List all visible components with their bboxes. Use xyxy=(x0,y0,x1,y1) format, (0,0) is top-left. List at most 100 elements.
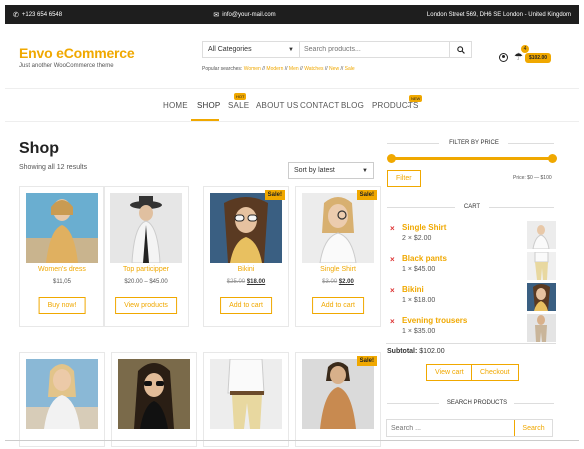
popular-link[interactable]: Men xyxy=(289,66,299,72)
product-image[interactable] xyxy=(26,359,98,429)
category-select[interactable]: All Categories ▼ xyxy=(203,42,300,57)
cart-item-thumbnail[interactable] xyxy=(527,283,556,311)
site-header: Envo eCommerce Just another WooCommerce … xyxy=(5,24,579,88)
product-card[interactable]: Sale! Bikini $25.00 $18.00 Add to cart xyxy=(203,186,289,327)
product-search-form: Search xyxy=(386,419,553,437)
header-cart[interactable]: ☂ 4 $102.00 xyxy=(514,45,552,63)
divider xyxy=(387,403,439,404)
top-bar-phone[interactable]: ✆ +123 654 6548 xyxy=(13,11,62,19)
cart-item-name[interactable]: Bikini xyxy=(402,285,424,294)
popular-link[interactable]: Sale xyxy=(345,66,355,72)
cart-icon: ☂ xyxy=(514,52,523,63)
cart-item-qty: 2 × $2.00 xyxy=(402,235,432,242)
top-bar: ✆ +123 654 6548 ✉ info@your-mail.com Lon… xyxy=(5,5,579,24)
product-card[interactable]: Women's dress $11,05 Buy now! xyxy=(19,186,105,327)
product-name[interactable]: Bikini xyxy=(204,266,288,273)
sale-price: $18.00 xyxy=(246,279,266,285)
nav-item-products[interactable]: PRODUCTS xyxy=(372,101,419,110)
search-icon xyxy=(456,45,465,54)
phone-icon: ✆ xyxy=(13,11,19,19)
product-name[interactable]: Women's dress xyxy=(20,266,104,273)
product-image[interactable] xyxy=(210,193,282,263)
page-title: Shop xyxy=(19,140,59,157)
cart-item-qty: 1 × $45.00 xyxy=(402,266,436,273)
product-card[interactable] xyxy=(203,352,289,447)
divider xyxy=(514,403,554,404)
product-image[interactable] xyxy=(302,193,374,263)
price-slider-min-handle[interactable] xyxy=(387,154,396,163)
product-image[interactable] xyxy=(26,193,98,263)
product-search-input[interactable] xyxy=(387,420,514,436)
nav-item-home[interactable]: HOME xyxy=(163,101,188,110)
price-slider-track[interactable] xyxy=(391,157,551,160)
popular-link[interactable]: New xyxy=(329,66,339,72)
divider xyxy=(489,207,554,208)
nav-item-blog[interactable]: BLOG xyxy=(341,101,364,110)
cart-total: $102.00 xyxy=(524,52,552,63)
remove-item-icon[interactable]: × xyxy=(390,286,395,295)
nav-item-shop[interactable]: SHOP xyxy=(197,101,220,110)
cart-item-thumbnail[interactable] xyxy=(527,314,556,342)
view-cart-button[interactable]: View cart xyxy=(426,364,473,381)
product-card[interactable]: Sale! Single Shirt $3.00 $2.00 Add to ca… xyxy=(295,186,381,327)
brand[interactable]: Envo eCommerce Just another WooCommerce … xyxy=(19,45,135,69)
product-image[interactable] xyxy=(210,359,282,429)
filter-price-title: FILTER BY PRICE xyxy=(449,140,499,146)
buy-now-button[interactable]: Buy now! xyxy=(38,297,86,314)
cart-item-name[interactable]: Black pants xyxy=(402,254,447,263)
product-card[interactable] xyxy=(111,352,197,447)
product-name[interactable]: Top participper xyxy=(104,266,188,273)
sort-select[interactable]: Sort by latest ▼ xyxy=(288,162,374,179)
popular-searches-label: Popular searches: xyxy=(202,66,243,72)
search-button[interactable] xyxy=(449,42,471,57)
cart-count-badge: 4 xyxy=(521,45,529,53)
account-icon[interactable] xyxy=(499,53,508,62)
product-search-button[interactable]: Search xyxy=(514,420,552,436)
add-to-cart-button[interactable]: Add to cart xyxy=(220,297,272,314)
cart-item-thumbnail[interactable] xyxy=(527,252,556,280)
popular-link[interactable]: Women xyxy=(244,66,261,72)
product-card[interactable] xyxy=(19,352,105,447)
checkout-button[interactable]: Checkout xyxy=(471,364,519,381)
window-bottom-edge xyxy=(5,440,579,441)
product-image[interactable] xyxy=(110,193,182,263)
subtotal-label: Subtotal: xyxy=(387,348,418,355)
old-price: $25.00 xyxy=(226,279,246,285)
top-bar-email[interactable]: ✉ info@your-mail.com xyxy=(213,11,275,19)
product-card[interactable]: Sale! xyxy=(295,352,381,447)
divider xyxy=(387,207,455,208)
add-to-cart-button[interactable]: Add to cart xyxy=(312,297,364,314)
remove-item-icon[interactable]: × xyxy=(390,224,395,233)
nav-item-contact[interactable]: CONTACT xyxy=(300,101,339,110)
popular-searches: Popular searches: Women // Modern // Men… xyxy=(202,66,355,72)
divider xyxy=(387,143,439,144)
header-search: All Categories ▼ xyxy=(202,41,472,58)
search-input[interactable] xyxy=(300,42,449,57)
view-products-button[interactable]: View products xyxy=(115,297,177,314)
remove-item-icon[interactable]: × xyxy=(390,317,395,326)
product-image[interactable] xyxy=(118,359,190,429)
cart-widget-title: CART xyxy=(463,204,481,210)
cart-subtotal: Subtotal: $102.00 xyxy=(387,348,445,355)
product-name[interactable]: Single Shirt xyxy=(296,266,380,273)
cart-item: × Single Shirt 2 × $2.00 xyxy=(386,221,556,249)
main-nav: HOME SHOP SALE HOT ABOUT US CONTACT BLOG… xyxy=(5,88,579,122)
cart-item-name[interactable]: Single Shirt xyxy=(402,223,446,232)
phone-text: +123 654 6548 xyxy=(21,11,63,18)
cart-item-name[interactable]: Evening trousers xyxy=(402,316,467,325)
filter-button[interactable]: Filter xyxy=(387,170,421,187)
cart-item-thumbnail[interactable] xyxy=(527,221,556,249)
price-range-text: Price: $0 — $100 xyxy=(513,175,552,181)
product-price: $3.00 $2.00 xyxy=(296,279,380,285)
product-image[interactable] xyxy=(302,359,374,429)
nav-item-sale[interactable]: SALE xyxy=(228,101,249,110)
popular-link[interactable]: Watches xyxy=(304,66,323,72)
price-slider-max-handle[interactable] xyxy=(548,154,557,163)
product-card[interactable]: Top participper $20.00 – $45.00 View pro… xyxy=(103,186,189,327)
subtotal-value: $102.00 xyxy=(419,348,445,355)
cart-item: × Evening trousers 1 × $35.00 xyxy=(386,314,556,342)
site-title[interactable]: Envo eCommerce xyxy=(19,45,135,61)
nav-item-about-us[interactable]: ABOUT US xyxy=(256,101,298,110)
popular-link[interactable]: Modern xyxy=(266,66,283,72)
remove-item-icon[interactable]: × xyxy=(390,255,395,264)
